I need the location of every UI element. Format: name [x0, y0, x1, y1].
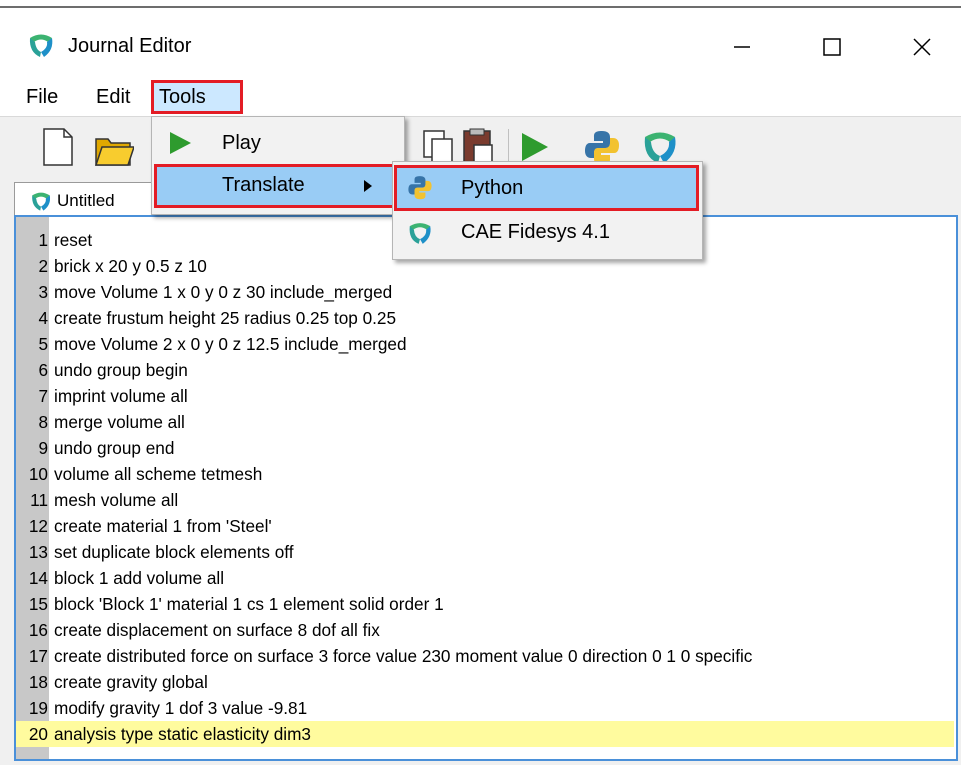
menu-item-label: CAE Fidesys 4.1: [461, 221, 610, 243]
editor-line[interactable]: 8 merge volume all: [16, 409, 954, 435]
editor-line[interactable]: 13 set duplicate block elements off: [16, 539, 954, 565]
line-number: 12: [28, 516, 48, 536]
minimize-icon: [734, 46, 750, 48]
open-folder-icon[interactable]: [94, 125, 134, 169]
minimize-button[interactable]: [712, 22, 772, 72]
menu-file[interactable]: File: [20, 82, 64, 112]
play-icon: [170, 132, 191, 154]
line-code: move Volume 1 x 0 y 0 z 30 include_merge…: [54, 282, 393, 302]
fidesys-icon: [32, 192, 51, 211]
line-code: block 1 add volume all: [54, 568, 225, 588]
line-code: reset: [54, 230, 93, 250]
maximize-button[interactable]: [802, 22, 862, 72]
submenu-arrow-icon: [364, 180, 372, 192]
menu-item-label: Python: [461, 177, 524, 199]
toolbar-separator: [508, 129, 509, 165]
editor-line[interactable]: 4 create frustum height 25 radius 0.25 to…: [16, 305, 954, 331]
editor-line[interactable]: 19 modify gravity 1 dof 3 value -9.81: [16, 695, 954, 721]
journal-text-editor[interactable]: 1 reset 2 brick x 20 y 0.5 z 10 3 move Volume…: [14, 215, 958, 761]
line-number: 10: [28, 464, 48, 484]
line-code: create distributed force on surface 3 fo…: [54, 646, 753, 666]
menu-item-play[interactable]: Play: [154, 123, 402, 163]
menu-item-label: Translate: [222, 174, 305, 196]
menu-item-cae-fidesys[interactable]: CAE Fidesys 4.1: [395, 212, 698, 252]
line-number: 2: [38, 256, 48, 276]
editor-line[interactable]: 18 create gravity global: [16, 669, 954, 695]
editor-line[interactable]: 11 mesh volume all: [16, 487, 954, 513]
line-code: create material 1 from 'Steel': [54, 516, 272, 536]
editor-line[interactable]: 20 analysis type static elasticity dim3: [16, 721, 954, 747]
editor-line[interactable]: 14 block 1 add volume all: [16, 565, 954, 591]
editor-line[interactable]: 7 imprint volume all: [16, 383, 954, 409]
menu-item-label: Play: [222, 132, 261, 154]
menu-tools[interactable]: Tools: [151, 80, 243, 114]
editor-line[interactable]: 9 undo group end: [16, 435, 954, 461]
close-icon: [913, 38, 931, 56]
line-code: analysis type static elasticity dim3: [54, 724, 311, 744]
line-code: volume all scheme tetmesh: [54, 464, 263, 484]
line-number: 13: [28, 542, 48, 562]
window-top-border: [0, 0, 961, 8]
line-number: 11: [30, 490, 48, 510]
editor-line[interactable]: 6 undo group begin: [16, 357, 954, 383]
editor-line[interactable]: 12 create material 1 from 'Steel': [16, 513, 954, 539]
line-code: brick x 20 y 0.5 z 10: [54, 256, 207, 276]
line-number: 5: [38, 334, 48, 354]
line-number: 1: [38, 230, 48, 250]
line-code: block 'Block 1' material 1 cs 1 element …: [54, 594, 444, 614]
line-number: 16: [28, 620, 48, 640]
line-number: 17: [28, 646, 48, 666]
line-number: 6: [38, 360, 48, 380]
title-bar[interactable]: Journal Editor: [0, 8, 961, 76]
translate-submenu: Python CAE Fidesys 4.1: [392, 161, 703, 260]
line-number: 8: [38, 412, 48, 432]
fidesys-icon: [409, 223, 431, 244]
line-number: 19: [28, 698, 48, 718]
journal-editor-window: Journal Editor File Edit Tools Untitled …: [0, 0, 961, 765]
close-button[interactable]: [892, 22, 952, 72]
menu-bar: File Edit Tools: [0, 76, 961, 116]
line-code: move Volume 2 x 0 y 0 z 12.5 include_mer…: [54, 334, 407, 354]
fidesys-logo-icon: [29, 34, 53, 57]
editor-line[interactable]: 16 create displacement on surface 8 dof a…: [16, 617, 954, 643]
editor-line[interactable]: 5 move Volume 2 x 0 y 0 z 12.5 include_me…: [16, 331, 954, 357]
editor-line[interactable]: 10 volume all scheme tetmesh: [16, 461, 954, 487]
line-code: modify gravity 1 dof 3 value -9.81: [54, 698, 308, 718]
line-code: imprint volume all: [54, 386, 188, 406]
editor-line[interactable]: 15 block 'Block 1' material 1 cs 1 elemen…: [16, 591, 954, 617]
editor-line[interactable]: 17 create distributed force on surface 3 …: [16, 643, 954, 669]
line-code: undo group begin: [54, 360, 188, 380]
line-number: 14: [28, 568, 48, 588]
line-code: create displacement on surface 8 dof all…: [54, 620, 380, 640]
line-number: 9: [38, 438, 48, 458]
line-number: 4: [38, 308, 48, 328]
line-number: 15: [28, 594, 48, 614]
editor-line[interactable]: 3 move Volume 1 x 0 y 0 z 30 include_merg…: [16, 279, 954, 305]
window-title: Journal Editor: [68, 35, 192, 57]
python-icon: [408, 176, 432, 200]
menu-edit[interactable]: Edit: [90, 82, 136, 112]
line-code: undo group end: [54, 438, 175, 458]
menu-item-python[interactable]: Python: [394, 165, 699, 211]
line-number: 20: [28, 724, 48, 744]
tools-menu-dropdown: Play Translate: [151, 116, 405, 215]
menu-item-translate[interactable]: Translate: [154, 164, 400, 208]
line-code: mesh volume all: [54, 490, 179, 510]
line-number: 7: [38, 386, 48, 406]
line-code: set duplicate block elements off: [54, 542, 294, 562]
line-number: 18: [28, 672, 48, 692]
line-code: create gravity global: [54, 672, 208, 692]
line-number: 3: [38, 282, 48, 302]
line-code: merge volume all: [54, 412, 185, 432]
new-file-icon[interactable]: [38, 125, 78, 169]
maximize-icon: [823, 38, 841, 56]
line-code: create frustum height 25 radius 0.25 top…: [54, 308, 397, 328]
tab-label: Untitled: [57, 191, 115, 210]
